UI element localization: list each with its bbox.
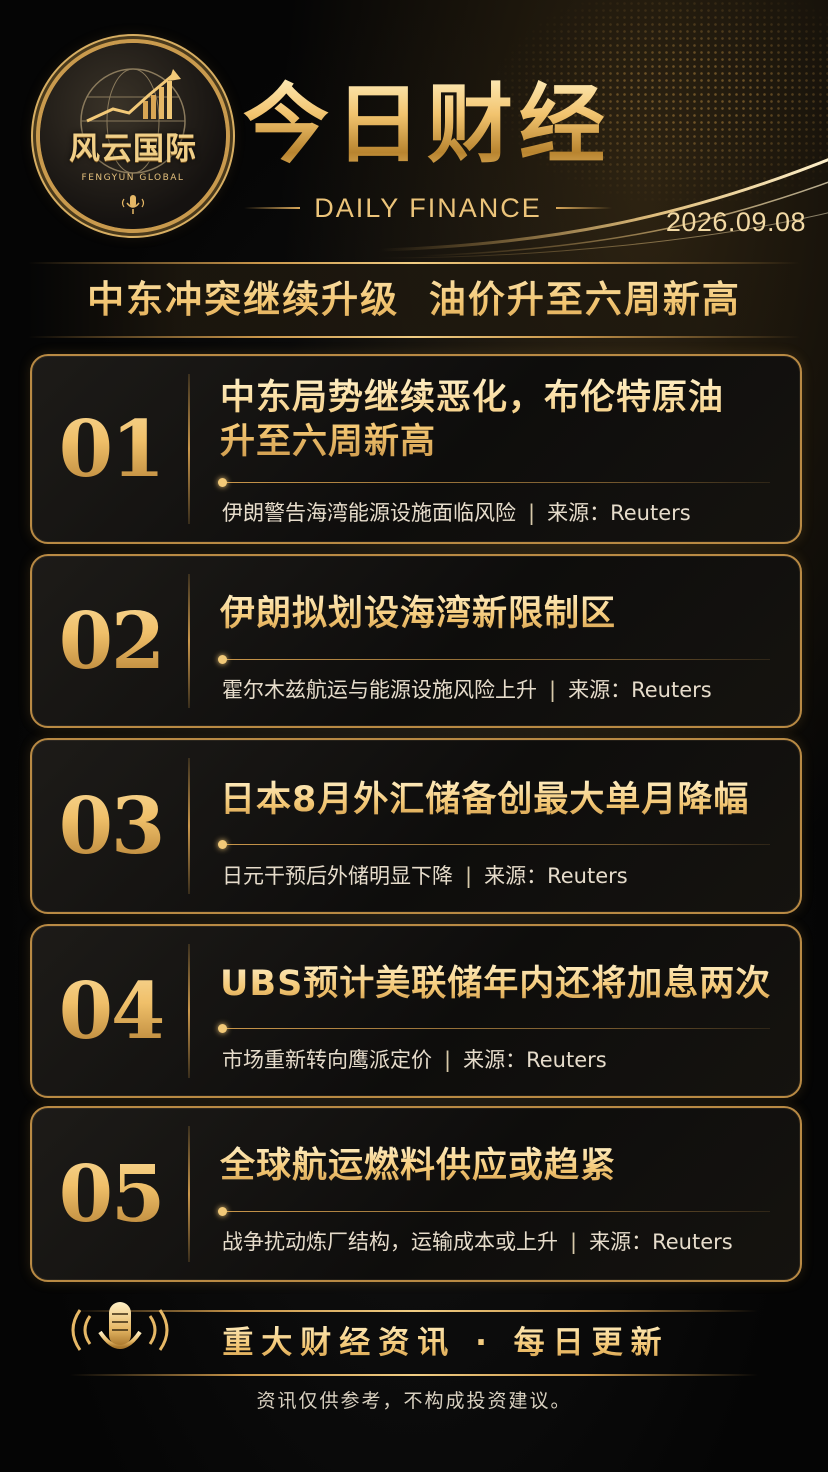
news-summary-line: 日元干预后外储明显下降 | 来源：Reuters bbox=[222, 862, 790, 890]
news-card[interactable]: 01 中东局势继续恶化，布伦特原油升至六周新高 伊朗警告海湾能源设施面临风险 | 来… bbox=[30, 354, 802, 544]
footer-rule-bottom bbox=[70, 1374, 758, 1376]
dot-bullet-icon bbox=[218, 1024, 227, 1033]
news-number: 05 bbox=[32, 1108, 190, 1280]
news-separator: | bbox=[549, 678, 557, 702]
news-title: 日本8月外汇储备创最大单月降幅 bbox=[220, 778, 782, 822]
issue-date: 2026.09.08 bbox=[665, 207, 806, 237]
news-rule bbox=[218, 1207, 770, 1216]
news-summary: 日元干预后外储明显下降 bbox=[222, 864, 453, 888]
news-summary-line: 霍尔木兹航运与能源设施风险上升 | 来源：Reuters bbox=[222, 676, 790, 704]
news-divider bbox=[188, 1126, 190, 1262]
news-card[interactable]: 03 日本8月外汇储备创最大单月降幅 日元干预后外储明显下降 | 来源：Reuter… bbox=[30, 738, 802, 914]
news-separator: | bbox=[528, 501, 536, 525]
dot-bullet-icon bbox=[218, 1207, 227, 1216]
subtitle-rule-left bbox=[244, 207, 301, 209]
subtitle-rule-right bbox=[555, 207, 612, 209]
news-rule bbox=[218, 1024, 770, 1033]
news-separator: | bbox=[570, 1230, 578, 1254]
headline-text: 中东冲突继续升级 油价升至六周新高 bbox=[28, 262, 800, 338]
brand-logo: 风云国际 FENGYUN GLOBAL bbox=[40, 43, 226, 229]
news-card[interactable]: 02 伊朗拟划设海湾新限制区 霍尔木兹航运与能源设施风险上升 | 来源：Reuter… bbox=[30, 554, 802, 728]
page-subtitle: DAILY FINANCE bbox=[314, 192, 542, 223]
dot-bullet-icon bbox=[218, 478, 227, 487]
disclaimer: 资讯仅供参考，不构成投资建议。 bbox=[256, 1390, 572, 1412]
dot-bullet-icon bbox=[218, 840, 227, 849]
headline-bar: 中东冲突继续升级 油价升至六周新高 bbox=[28, 262, 800, 338]
news-divider bbox=[188, 574, 190, 708]
news-number: 02 bbox=[32, 556, 190, 726]
subtitle-row: DAILY FINANCE bbox=[244, 188, 612, 228]
news-source: 来源：Reuters bbox=[589, 1230, 733, 1254]
microphone-icon bbox=[121, 195, 145, 214]
news-title: 中东局势继续恶化，布伦特原油升至六周新高 bbox=[220, 376, 756, 464]
header: 风云国际 FENGYUN GLOBAL 今日财经 DAILY FINANCE 2… bbox=[0, 0, 828, 260]
news-summary: 伊朗警告海湾能源设施面临风险 bbox=[222, 501, 516, 525]
dot-bullet-icon bbox=[218, 655, 227, 664]
news-card[interactable]: 05 全球航运燃料供应或趋紧 战争扰动炼厂结构，运输成本或上升 | 来源：Reute… bbox=[30, 1106, 802, 1282]
news-number: 01 bbox=[32, 356, 190, 542]
news-summary-line: 市场重新转向鹰派定价 | 来源：Reuters bbox=[222, 1046, 790, 1074]
news-rule bbox=[218, 478, 770, 487]
news-card[interactable]: 04 UBS预计美联储年内还将加息两次 市场重新转向鹰派定价 | 来源：Reuter… bbox=[30, 924, 802, 1098]
news-rule bbox=[218, 655, 770, 664]
news-summary-line: 战争扰动炼厂结构，运输成本或上升 | 来源：Reuters bbox=[222, 1228, 790, 1256]
news-source: 来源：Reuters bbox=[547, 501, 691, 525]
news-separator: | bbox=[465, 864, 473, 888]
news-divider bbox=[188, 758, 190, 894]
news-title: 全球航运燃料供应或趋紧 bbox=[220, 1144, 782, 1188]
news-number: 04 bbox=[32, 926, 190, 1096]
news-source: 来源：Reuters bbox=[484, 864, 628, 888]
news-divider bbox=[188, 944, 190, 1078]
news-summary-line: 伊朗警告海湾能源设施面临风险 | 来源：Reuters bbox=[222, 499, 790, 527]
news-summary: 战争扰动炼厂结构，运输成本或上升 bbox=[222, 1230, 558, 1254]
news-title: 伊朗拟划设海湾新限制区 bbox=[220, 592, 782, 636]
news-source: 来源：Reuters bbox=[463, 1048, 607, 1072]
news-rule bbox=[218, 840, 770, 849]
news-divider bbox=[188, 374, 190, 524]
brand-sub: FENGYUN GLOBAL bbox=[81, 173, 185, 183]
news-source: 来源：Reuters bbox=[568, 678, 712, 702]
news-title: UBS预计美联储年内还将加息两次 bbox=[220, 962, 782, 1006]
news-summary: 市场重新转向鹰派定价 bbox=[222, 1048, 432, 1072]
news-summary: 霍尔木兹航运与能源设施风险上升 bbox=[222, 678, 537, 702]
page-title: 今日财经 bbox=[243, 70, 623, 180]
brand-name: 风云国际 bbox=[69, 131, 197, 167]
footer-slogan: 重大财经资讯 · 每日更新 bbox=[196, 1320, 696, 1366]
news-number: 03 bbox=[32, 740, 190, 912]
news-separator: | bbox=[444, 1048, 452, 1072]
